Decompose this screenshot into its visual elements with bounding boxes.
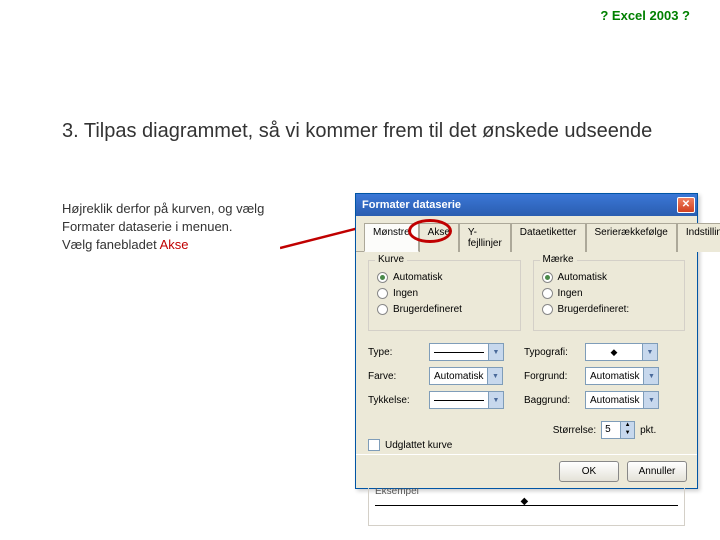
udglattet-label: Udglattet kurve: [385, 440, 452, 451]
diamond-icon: ◆: [586, 344, 642, 360]
titlebar: Formater dataserie ✕: [356, 194, 697, 216]
radio-label: Automatisk: [393, 272, 442, 283]
instruction-line2: Vælg fanebladet: [62, 237, 160, 252]
chevron-down-icon[interactable]: ▼: [642, 344, 657, 360]
combo-value: Automatisk: [430, 368, 487, 384]
chevron-down-icon[interactable]: ▼: [488, 344, 503, 360]
line-sample-icon: [434, 400, 484, 401]
line-sample-icon: [434, 352, 484, 353]
tab-akse[interactable]: Akse: [419, 223, 459, 252]
radio-label: Ingen: [558, 288, 583, 299]
combo-value: Automatisk: [586, 392, 643, 408]
tab-indstillinger[interactable]: Indstillinger: [677, 223, 720, 252]
type-combo[interactable]: ▼: [429, 343, 504, 361]
annuller-button[interactable]: Annuller: [627, 461, 687, 482]
section-heading: 3. Tilpas diagrammet, så vi kommer frem …: [62, 120, 670, 143]
kurve-fieldset: Kurve Automatisk Ingen Brugerdefineret: [368, 260, 521, 331]
udglattet-checkbox[interactable]: [368, 439, 380, 451]
instruction-line1: Højreklik derfor på kurven, og vælg Form…: [62, 201, 264, 234]
header-badge: ? Excel 2003 ?: [600, 8, 690, 23]
tab-strip: Mønstre Akse Y-fejllinjer Dataetiketter …: [356, 216, 697, 252]
combo-value: Automatisk: [586, 368, 643, 384]
tykkelse-combo[interactable]: ▼: [429, 391, 504, 409]
radio-kurve-ingen[interactable]: [377, 288, 388, 299]
instruction-text: Højreklik derfor på kurven, og vælg Form…: [62, 200, 272, 255]
dialog-title: Formater dataserie: [362, 199, 677, 211]
tab-monstre[interactable]: Mønstre: [364, 223, 419, 252]
farve-label: Farve:: [368, 371, 423, 382]
maerke-legend: Mærke: [540, 254, 577, 265]
storrelse-label: Størrelse:: [553, 425, 596, 436]
chevron-down-icon[interactable]: ▼: [643, 368, 658, 384]
radio-label: Ingen: [393, 288, 418, 299]
kurve-legend: Kurve: [375, 254, 407, 265]
tab-serieraekkefolge[interactable]: Serierækkefølge: [586, 223, 677, 252]
chevron-down-icon[interactable]: ▼: [488, 392, 503, 408]
radio-maerke-auto[interactable]: [542, 272, 553, 283]
format-dataseries-dialog: Formater dataserie ✕ Mønstre Akse Y-fejl…: [355, 193, 698, 489]
baggrund-label: Baggrund:: [524, 395, 579, 406]
spin-down-icon[interactable]: ▼: [621, 430, 634, 438]
radio-kurve-auto[interactable]: [377, 272, 388, 283]
storrelse-value: 5: [602, 422, 620, 438]
button-bar: OK Annuller: [356, 454, 697, 488]
farve-combo[interactable]: Automatisk▼: [429, 367, 503, 385]
tab-dataetiketter[interactable]: Dataetiketter: [511, 223, 586, 252]
typografi-combo[interactable]: ◆▼: [585, 343, 658, 361]
radio-maerke-ingen[interactable]: [542, 288, 553, 299]
radio-kurve-bruger[interactable]: [377, 304, 388, 315]
baggrund-combo[interactable]: Automatisk▼: [585, 391, 659, 409]
radio-maerke-bruger[interactable]: [542, 304, 553, 315]
forgrund-combo[interactable]: Automatisk▼: [585, 367, 659, 385]
chevron-down-icon[interactable]: ▼: [487, 368, 502, 384]
type-label: Type:: [368, 347, 423, 358]
spin-up-icon[interactable]: ▲: [621, 422, 634, 430]
chevron-down-icon[interactable]: ▼: [643, 392, 658, 408]
storrelse-unit: pkt.: [640, 425, 656, 436]
radio-label: Automatisk: [558, 272, 607, 283]
preview-sample-icon: [375, 505, 678, 521]
close-icon[interactable]: ✕: [677, 197, 695, 213]
radio-label: Brugerdefineret: [393, 304, 462, 315]
maerke-fieldset: Mærke Automatisk Ingen Brugerdefineret:: [533, 260, 686, 331]
storrelse-spinner[interactable]: 5 ▲▼: [601, 421, 635, 439]
radio-label: Brugerdefineret:: [558, 304, 630, 315]
typografi-label: Typografi:: [524, 347, 579, 358]
ok-button[interactable]: OK: [559, 461, 619, 482]
tykkelse-label: Tykkelse:: [368, 395, 423, 406]
instruction-akse: Akse: [160, 237, 189, 252]
forgrund-label: Forgrund:: [524, 371, 579, 382]
tab-yfejllinjer[interactable]: Y-fejllinjer: [459, 223, 511, 252]
